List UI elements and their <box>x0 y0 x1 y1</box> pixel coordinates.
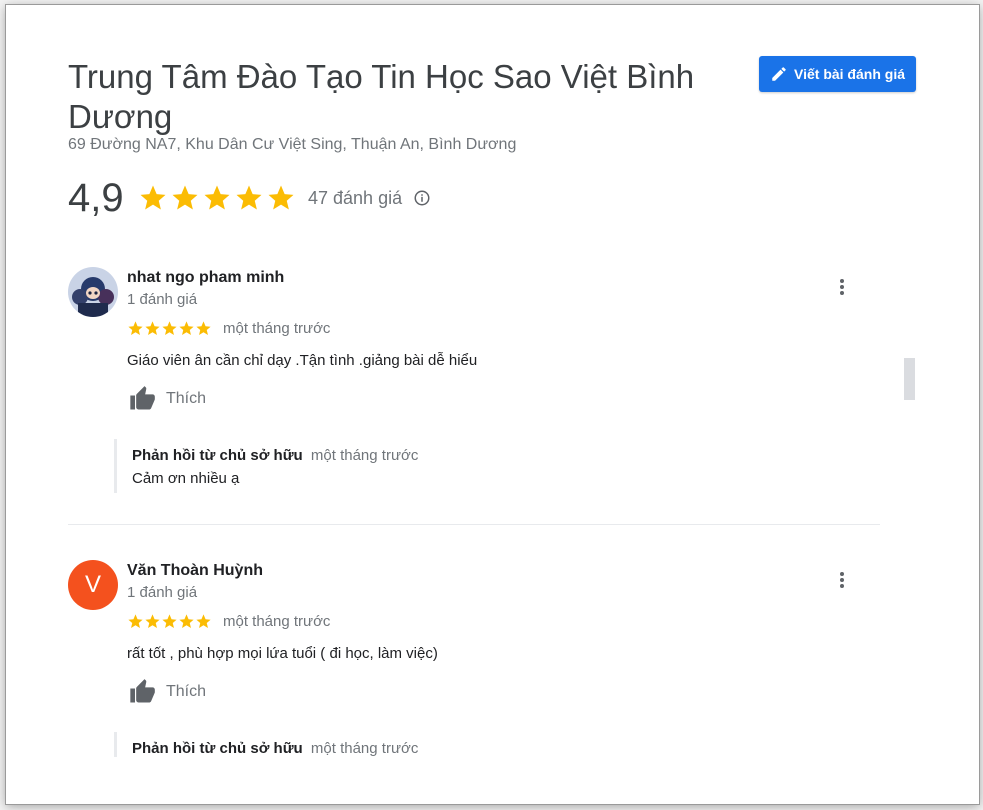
like-label: Thích <box>166 390 207 407</box>
review-text: Giáo viên ân cần chỉ dạy .Tận tình .giản… <box>127 352 478 369</box>
review-stars <box>127 320 212 337</box>
star-icon <box>162 321 177 336</box>
more-vert-icon[interactable] <box>836 570 848 590</box>
review-author[interactable]: Văn Thoàn Huỳnh <box>127 562 263 580</box>
owner-reply: Phản hồi từ chủ sở hữu một tháng trước C… <box>114 439 632 493</box>
avatar[interactable] <box>68 267 118 317</box>
star-icon <box>236 185 262 210</box>
review-stars <box>127 613 212 630</box>
reviews-dialog: Trung Tâm Đào Tạo Tin Học Sao Việt Bình … <box>6 5 979 804</box>
review-time: một tháng trước <box>223 320 331 337</box>
star-icon <box>128 614 143 629</box>
write-review-label: Viết bài đánh giá <box>794 66 905 82</box>
author-review-count: 1 đánh giá <box>127 291 198 308</box>
write-review-button[interactable]: Viết bài đánh giá <box>759 56 916 92</box>
avatar-photo <box>68 267 118 317</box>
average-rating: 4,9 <box>68 175 124 220</box>
like-button[interactable]: Thích <box>127 678 206 706</box>
star-icon <box>162 614 177 629</box>
star-icon <box>179 614 194 629</box>
star-icon <box>204 185 230 210</box>
star-icon <box>179 321 194 336</box>
avatar[interactable]: V <box>68 560 118 610</box>
like-button[interactable]: Thích <box>127 385 206 413</box>
star-icon <box>140 185 166 210</box>
like-label: Thích <box>166 683 207 700</box>
owner-reply-label: Phản hồi từ chủ sở hữu <box>132 740 303 757</box>
place-title: Trung Tâm Đào Tạo Tin Học Sao Việt Bình … <box>68 58 695 135</box>
star-icon <box>128 321 143 336</box>
review-count[interactable]: 47 đánh giá <box>308 188 402 209</box>
thumbs-up-icon <box>130 386 155 410</box>
rating-stars <box>138 183 296 213</box>
thumbs-up-icon <box>130 679 155 703</box>
info-icon[interactable] <box>413 189 431 207</box>
star-icon <box>145 321 160 336</box>
author-review-count: 1 đánh giá <box>127 584 198 601</box>
star-icon <box>196 321 211 336</box>
more-vert-icon[interactable] <box>836 277 848 297</box>
avatar-letter: V <box>84 571 101 598</box>
place-address: 69 Đường NA7, Khu Dân Cư Việt Sing, Thuậ… <box>68 136 517 153</box>
review-divider <box>68 524 880 525</box>
review-author[interactable]: nhat ngo pham minh <box>127 269 284 287</box>
review-text: rất tốt , phù hợp mọi lứa tuổi ( đi học,… <box>127 645 438 662</box>
dialog-bottom-edge <box>6 757 979 804</box>
scrollbar-thumb[interactable] <box>904 358 915 400</box>
star-icon <box>268 185 294 210</box>
owner-reply-time: một tháng trước <box>310 740 419 757</box>
owner-reply-label: Phản hồi từ chủ sở hữu <box>132 447 303 464</box>
review-time: một tháng trước <box>223 613 331 630</box>
owner-reply-text: Cảm ơn nhiều ạ <box>132 470 240 487</box>
star-icon <box>145 614 160 629</box>
owner-reply-time: một tháng trước <box>310 447 419 464</box>
star-icon <box>196 614 211 629</box>
pencil-icon <box>772 67 786 81</box>
star-icon <box>172 185 198 210</box>
rating-summary: 4,9 47 đánh giá <box>68 173 431 223</box>
